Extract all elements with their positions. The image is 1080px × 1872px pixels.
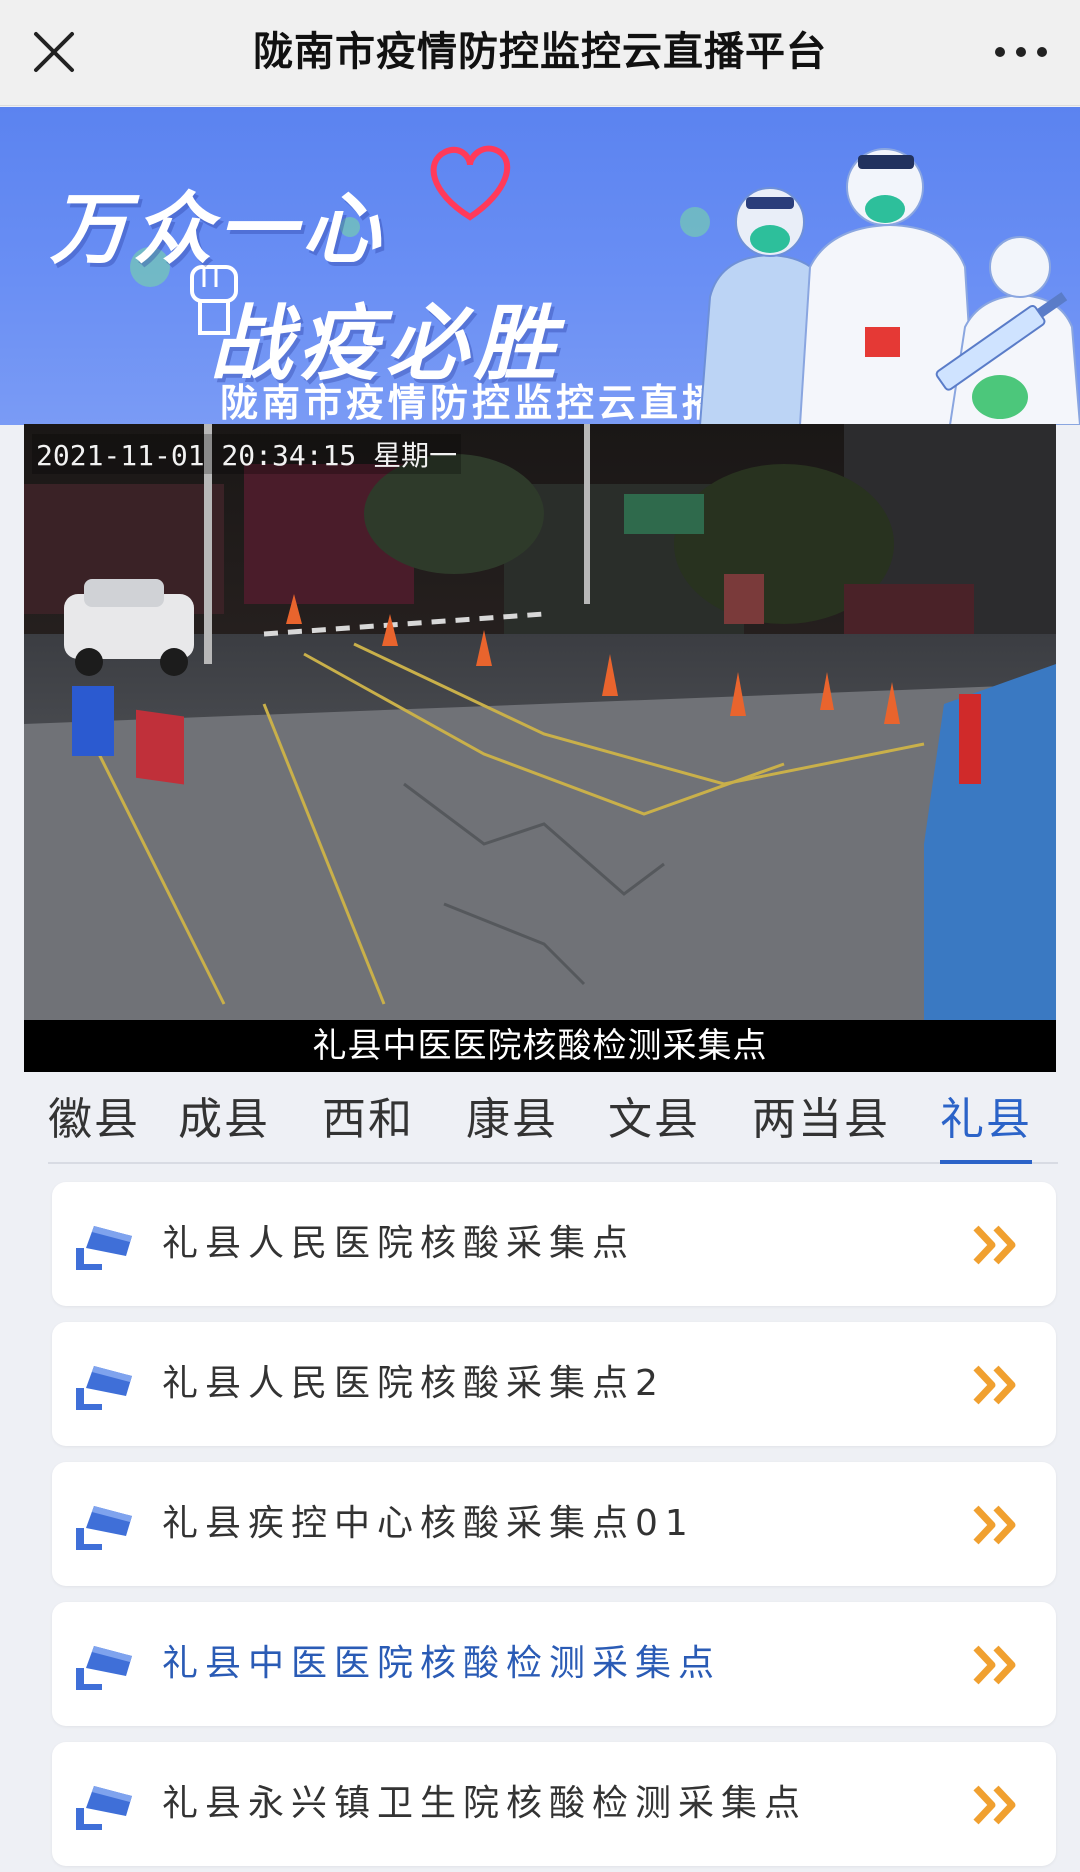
- tab-xihe[interactable]: 西和: [322, 1090, 414, 1164]
- site-label: 礼县中医医院核酸检测采集点: [162, 1643, 722, 1684]
- double-chevron-right-icon: [973, 1505, 1016, 1545]
- tab-huixian[interactable]: 徽县: [48, 1090, 140, 1164]
- site-label: 礼县疾控中心核酸采集点01: [162, 1503, 695, 1544]
- double-chevron-right-icon: [973, 1785, 1016, 1825]
- page-title: 陇南市疫情防控监控云直播平台: [253, 29, 827, 75]
- tab-kangxian[interactable]: 康县: [466, 1090, 558, 1164]
- camera-icon: [76, 1366, 132, 1410]
- heart-icon: [430, 145, 511, 221]
- double-chevron-right-icon: [973, 1225, 1016, 1265]
- tab-liangdangxian[interactable]: 两当县: [752, 1090, 890, 1164]
- camera-icon: [76, 1786, 132, 1830]
- tab-chengxian[interactable]: 成县: [178, 1090, 270, 1164]
- site-label: 礼县人民医院核酸采集点2: [162, 1363, 665, 1404]
- tab-lixian[interactable]: 礼县: [940, 1090, 1032, 1164]
- slogan-line1: 万众一心: [50, 185, 387, 275]
- navbar: 陇南市疫情防控监控云直播平台: [0, 0, 1080, 106]
- list-item[interactable]: 礼县人民医院核酸采集点: [52, 1182, 1056, 1306]
- active-tab-indicator: [940, 1160, 1032, 1164]
- video-player[interactable]: 2021-11-01 20:34:15 星期一 礼县中医医院核酸检测采集点: [24, 424, 1056, 1072]
- video-caption: 礼县中医医院核酸检测采集点: [24, 1020, 1056, 1072]
- medical-workers-illustration: [698, 148, 1080, 425]
- list-item[interactable]: 礼县人民医院核酸采集点2: [52, 1322, 1056, 1446]
- close-icon[interactable]: [24, 22, 84, 82]
- county-tabs: 徽县 成县 西和 康县 文县 两当县 礼县: [48, 1090, 1058, 1164]
- list-item[interactable]: 礼县疾控中心核酸采集点01: [52, 1462, 1056, 1586]
- double-chevron-right-icon: [973, 1645, 1016, 1685]
- double-chevron-right-icon: [973, 1365, 1016, 1405]
- camera-icon: [76, 1506, 132, 1550]
- list-item[interactable]: 礼县永兴镇卫生院核酸检测采集点: [52, 1742, 1056, 1866]
- site-label: 礼县人民医院核酸采集点: [162, 1223, 636, 1264]
- camera-icon: [76, 1226, 132, 1270]
- site-label: 礼县永兴镇卫生院核酸检测采集点: [162, 1783, 808, 1824]
- tab-wenxian[interactable]: 文县: [608, 1090, 700, 1164]
- camera-feed: [24, 424, 1056, 1024]
- list-item-selected[interactable]: 礼县中医医院核酸检测采集点: [52, 1602, 1056, 1726]
- more-options-icon[interactable]: [986, 22, 1056, 82]
- camera-icon: [76, 1646, 132, 1690]
- banner: 万众一心 战疫必胜 陇南市疫情防控监控云直播平台: [0, 107, 1080, 425]
- video-timestamp: 2021-11-01 20:34:15 星期一: [32, 434, 462, 474]
